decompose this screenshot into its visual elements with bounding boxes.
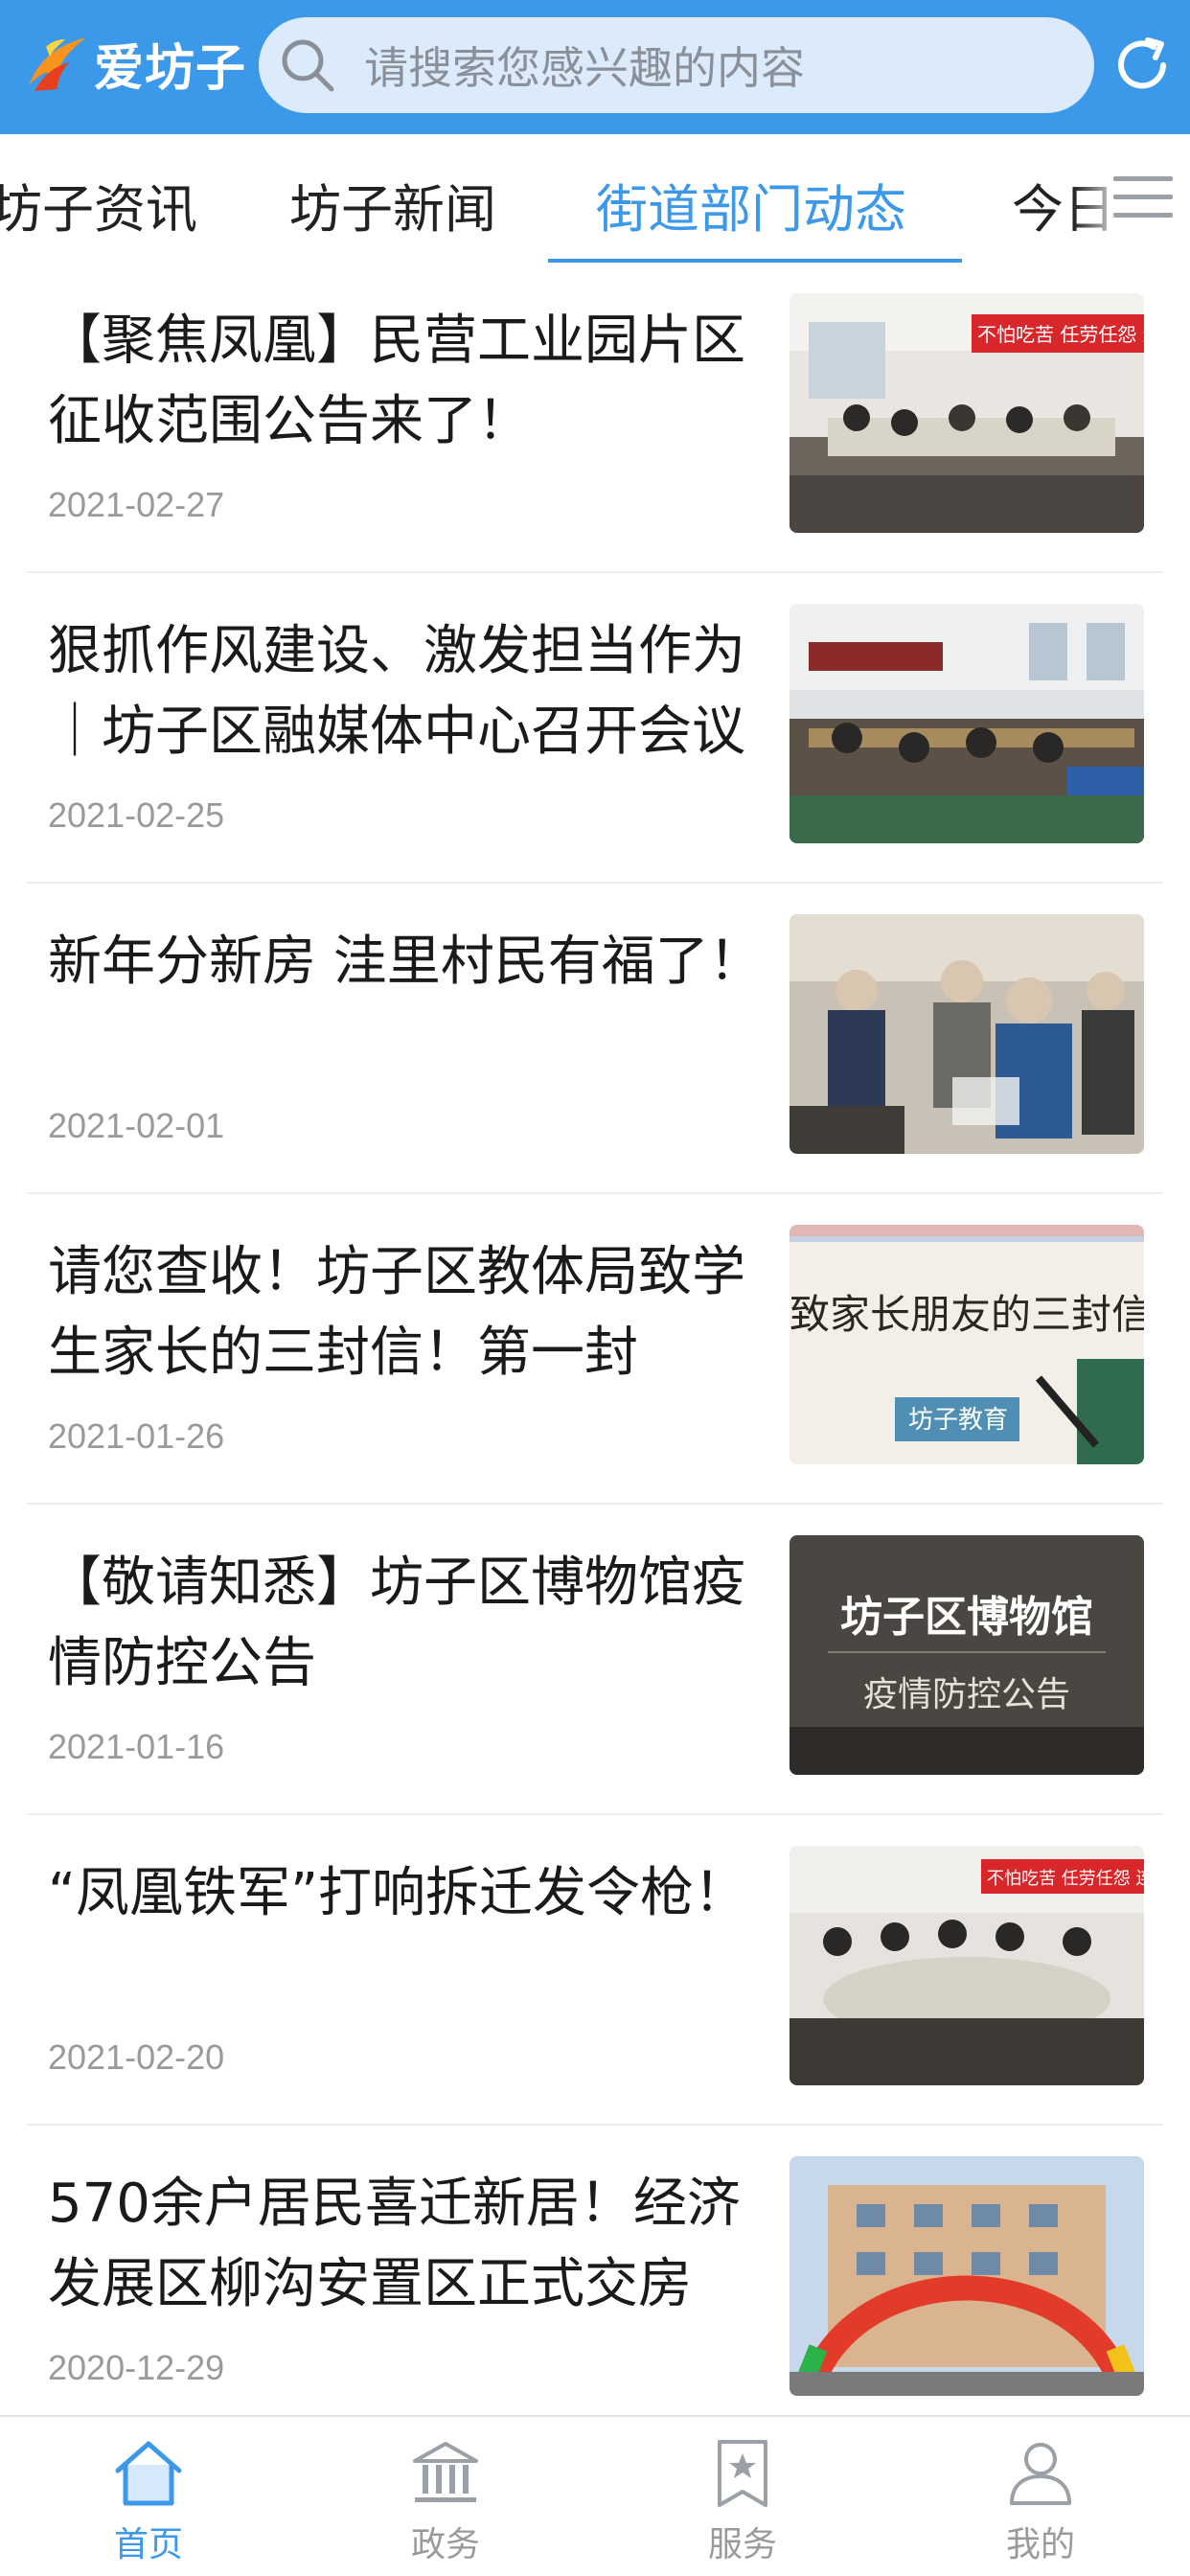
article-item[interactable]: “凤凰铁军”打响拆迁发令枪！ 2021-02-20 不怕吃苦 任劳任怨 连续作 xyxy=(27,1815,1163,2126)
search-placeholder: 请搜索您感兴趣的内容 xyxy=(364,42,805,94)
article-title: 570余户居民喜迁新居！经济发展区柳沟安置区正式交房 xyxy=(48,2173,741,2315)
article-thumbnail: 不怕吃苦 任劳任怨 连续 xyxy=(790,293,1144,533)
article-date: 2021-01-26 xyxy=(48,1416,225,1456)
nav-home[interactable]: 首页 xyxy=(53,2417,244,2576)
article-title: 【聚焦凤凰】民营工业园片区征收范围公告来了！ xyxy=(48,310,745,452)
thumb-museum-title: 坊子区博物馆 xyxy=(840,1593,1093,1642)
nav-service[interactable]: 服务 xyxy=(647,2417,838,2576)
tab-street-dept-updates[interactable]: 街道部门动态 xyxy=(596,167,906,242)
refresh-icon[interactable] xyxy=(1110,33,1175,98)
article-thumbnail: 坊子区博物馆 疫情防控公告 xyxy=(790,1535,1144,1775)
nav-profile[interactable]: 我的 xyxy=(945,2417,1136,2576)
nav-label: 我的 xyxy=(1005,2525,1075,2564)
bottom-navigation: 首页 政务 服务 我的 xyxy=(0,2415,1190,2576)
thumb-banner-text: 不怕吃苦 任劳任怨 连续 xyxy=(977,323,1144,346)
nav-label: 首页 xyxy=(113,2525,183,2564)
article-thumbnail: 致家长朋友的三封信 坊子教育 xyxy=(790,1225,1144,1464)
article-item[interactable]: 570余户居民喜迁新居！经济发展区柳沟安置区正式交房 2020-12-29 xyxy=(27,2126,1163,2436)
article-item[interactable]: 请您查收！坊子区教体局致学生家长的三封信！第一封 2021-01-26 致家长朋… xyxy=(27,1194,1163,1505)
article-title: 【敬请知悉】坊子区博物馆疫情防控公告 xyxy=(48,1552,745,1694)
article-date: 2021-02-25 xyxy=(48,795,225,835)
service-star-icon xyxy=(718,2440,767,2507)
article-title: 请您查收！坊子区教体局致学生家长的三封信！第一封 xyxy=(48,1241,745,1384)
thumb-museum-subtitle: 疫情防控公告 xyxy=(863,1675,1070,1714)
search-icon xyxy=(282,39,334,92)
top-header: 爱坊子 请搜索您感兴趣的内容 xyxy=(0,0,1190,134)
article-date: 2021-02-01 xyxy=(48,1106,225,1145)
nav-label: 政务 xyxy=(410,2525,480,2564)
article-item[interactable]: 【敬请知悉】坊子区博物馆疫情防控公告 2021-01-16 坊子区博物馆 疫情防… xyxy=(27,1505,1163,1815)
article-thumbnail xyxy=(790,604,1144,843)
nav-government[interactable]: 政务 xyxy=(350,2417,541,2576)
category-tabs: 坊子资讯 坊子新闻 街道部门动态 今日 xyxy=(0,134,1190,263)
article-title: 狠抓作风建设、激发担当作为｜坊子区融媒体中心召开会议 xyxy=(48,620,745,763)
tab-fangzi-news[interactable]: 坊子新闻 xyxy=(289,167,496,242)
article-title: 新年分新房 洼里村民有福了！ xyxy=(48,931,763,993)
article-thumbnail xyxy=(790,914,1144,1154)
logo-text: 爱坊子 xyxy=(94,39,247,98)
article-date: 2021-02-27 xyxy=(48,485,225,524)
article-title: “凤凰铁军”打响拆迁发令枪！ xyxy=(48,1862,748,1924)
government-icon xyxy=(413,2442,478,2502)
article-date: 2021-01-16 xyxy=(48,1727,225,1766)
article-date: 2021-02-20 xyxy=(48,2037,225,2077)
user-icon xyxy=(1010,2443,1071,2505)
home-icon xyxy=(115,2441,182,2506)
search-bar[interactable]: 请搜索您感兴趣的内容 xyxy=(259,17,1094,113)
article-thumbnail xyxy=(790,2156,1144,2396)
thumb-letter-title: 致家长朋友的三封信 xyxy=(790,1291,1144,1338)
thumb-stamp-text: 坊子教育 xyxy=(908,1406,1008,1435)
app-root: 爱坊子 请搜索您感兴趣的内容 坊子资讯 坊子新闻 街道部门动态 今日 【聚焦凤凰… xyxy=(0,0,1190,2576)
thumb-banner-text: 不怕吃苦 任劳任怨 连续作 xyxy=(987,1869,1144,1889)
app-logo[interactable]: 爱坊子 xyxy=(21,25,246,102)
article-date: 2020-12-29 xyxy=(48,2348,225,2387)
article-thumbnail: 不怕吃苦 任劳任怨 连续作 xyxy=(790,1846,1144,2085)
article-item[interactable]: 新年分新房 洼里村民有福了！ 2021-02-01 xyxy=(27,884,1163,1194)
nav-label: 服务 xyxy=(707,2525,777,2564)
tab-fangzi-info[interactable]: 坊子资讯 xyxy=(0,167,197,242)
menu-icon[interactable] xyxy=(1111,172,1175,222)
logo-flame-icon xyxy=(29,37,86,91)
article-item[interactable]: 狠抓作风建设、激发担当作为｜坊子区融媒体中心召开会议 2021-02-25 xyxy=(27,573,1163,884)
article-item[interactable]: 【聚焦凤凰】民营工业园片区征收范围公告来了！ 2021-02-27 不怕吃苦 任… xyxy=(27,263,1163,573)
